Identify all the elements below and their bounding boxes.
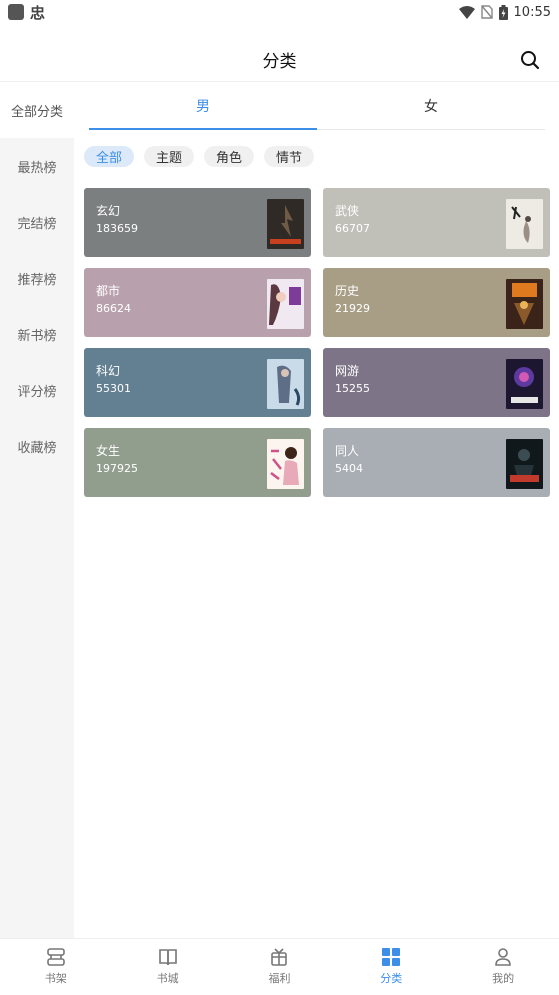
nav-label: 福利	[268, 972, 291, 985]
category-card-fantasy[interactable]: 玄幻 183659	[84, 188, 311, 257]
chip-all[interactable]: 全部	[84, 146, 135, 167]
sidebar-item-favorites[interactable]: 收藏榜	[0, 418, 74, 474]
gender-tabs: 男 女	[89, 82, 545, 130]
nav-welfare[interactable]: 福利	[224, 939, 336, 995]
category-name: 武侠	[335, 204, 360, 218]
notification-app-icon	[8, 4, 24, 20]
category-count: 21929	[335, 302, 370, 315]
nav-label: 我的	[492, 972, 515, 985]
category-count: 197925	[96, 462, 138, 475]
category-card-scifi[interactable]: 科幻 55301	[84, 348, 311, 417]
category-count: 66707	[335, 222, 370, 235]
nav-label: 书架	[44, 972, 67, 985]
user-icon	[493, 948, 513, 966]
sidebar-item-label: 推荐榜	[17, 272, 57, 288]
category-card-wuxia[interactable]: 武侠 66707	[323, 188, 550, 257]
category-name: 玄幻	[96, 204, 121, 218]
notification-glyph: 忠	[30, 3, 46, 22]
sidebar-item-recommended[interactable]: 推荐榜	[0, 250, 74, 306]
book-cover-image	[267, 359, 304, 409]
wifi-icon	[458, 5, 475, 19]
page-title: 分类	[262, 52, 297, 72]
category-card-fanfiction[interactable]: 同人 5404	[323, 428, 550, 497]
nav-bookshelf[interactable]: 书架	[0, 939, 112, 995]
book-cover-image	[506, 279, 543, 329]
category-count: 183659	[96, 222, 138, 235]
book-icon	[158, 948, 178, 966]
category-count: 86624	[96, 302, 131, 315]
sidebar-item-label: 新书榜	[17, 328, 57, 344]
book-cover-image	[506, 439, 543, 489]
chip-role[interactable]: 角色	[204, 146, 255, 167]
bottom-navigation: 书架 书城 福利 分类 我的	[0, 938, 559, 995]
category-name: 女生	[96, 444, 121, 458]
sidebar-item-new-books[interactable]: 新书榜	[0, 306, 74, 362]
nav-category[interactable]: 分类	[335, 939, 447, 995]
category-grid: 玄幻 183659 武侠 66707 都市 86624 历史 21929 科幻 …	[84, 188, 550, 497]
book-cover-image	[506, 199, 543, 249]
category-name: 同人	[335, 444, 360, 458]
bookshelf-icon	[46, 948, 66, 966]
sidebar-item-label: 最热榜	[17, 160, 57, 176]
nav-profile[interactable]: 我的	[447, 939, 559, 995]
sidebar-item-hottest[interactable]: 最热榜	[0, 138, 74, 194]
category-card-urban[interactable]: 都市 86624	[84, 268, 311, 337]
category-name: 科幻	[96, 364, 121, 378]
sidebar-item-all-categories[interactable]: 全部分类	[0, 82, 74, 138]
filter-chips: 全部 主题 角色 情节	[84, 146, 315, 167]
sidebar-item-rating[interactable]: 评分榜	[0, 362, 74, 418]
sidebar-item-label: 全部分类	[10, 104, 63, 120]
category-card-online-game[interactable]: 网游 15255	[323, 348, 550, 417]
grid-icon	[381, 948, 401, 966]
book-cover-image	[267, 439, 304, 489]
clock-time: 10:55	[513, 4, 551, 20]
category-name: 都市	[96, 284, 121, 298]
nav-label: 书城	[156, 972, 179, 985]
chip-plot[interactable]: 情节	[264, 146, 315, 167]
category-count: 5404	[335, 462, 363, 475]
category-card-female[interactable]: 女生 197925	[84, 428, 311, 497]
sidebar-item-completed[interactable]: 完结榜	[0, 194, 74, 250]
nav-bookstore[interactable]: 书城	[112, 939, 224, 995]
book-cover-image	[506, 359, 543, 409]
category-count: 15255	[335, 382, 370, 395]
page-header: 分类	[0, 38, 559, 82]
category-card-history[interactable]: 历史 21929	[323, 268, 550, 337]
sidebar-item-label: 完结榜	[17, 216, 57, 232]
sidebar-item-label: 评分榜	[17, 384, 57, 400]
battery-icon	[498, 4, 508, 20]
category-name: 网游	[335, 364, 360, 378]
tab-male[interactable]: 男	[89, 82, 317, 130]
search-icon[interactable]	[519, 49, 541, 71]
gift-icon	[269, 948, 289, 966]
tab-female[interactable]: 女	[317, 82, 545, 129]
status-bar: 忠 10:55	[0, 0, 559, 24]
category-count: 55301	[96, 382, 131, 395]
nav-label: 分类	[380, 972, 403, 985]
category-name: 历史	[335, 284, 360, 298]
ranking-sidebar: 全部分类 最热榜 完结榜 推荐榜 新书榜 评分榜 收藏榜	[0, 82, 74, 938]
sidebar-item-label: 收藏榜	[17, 440, 57, 456]
category-content: 男 女 全部 主题 角色 情节 玄幻 183659 武侠 66707 都市 86…	[74, 82, 559, 938]
chip-theme[interactable]: 主题	[144, 146, 195, 167]
no-sim-icon	[480, 5, 493, 19]
book-cover-image	[267, 199, 304, 249]
book-cover-image	[267, 279, 304, 329]
